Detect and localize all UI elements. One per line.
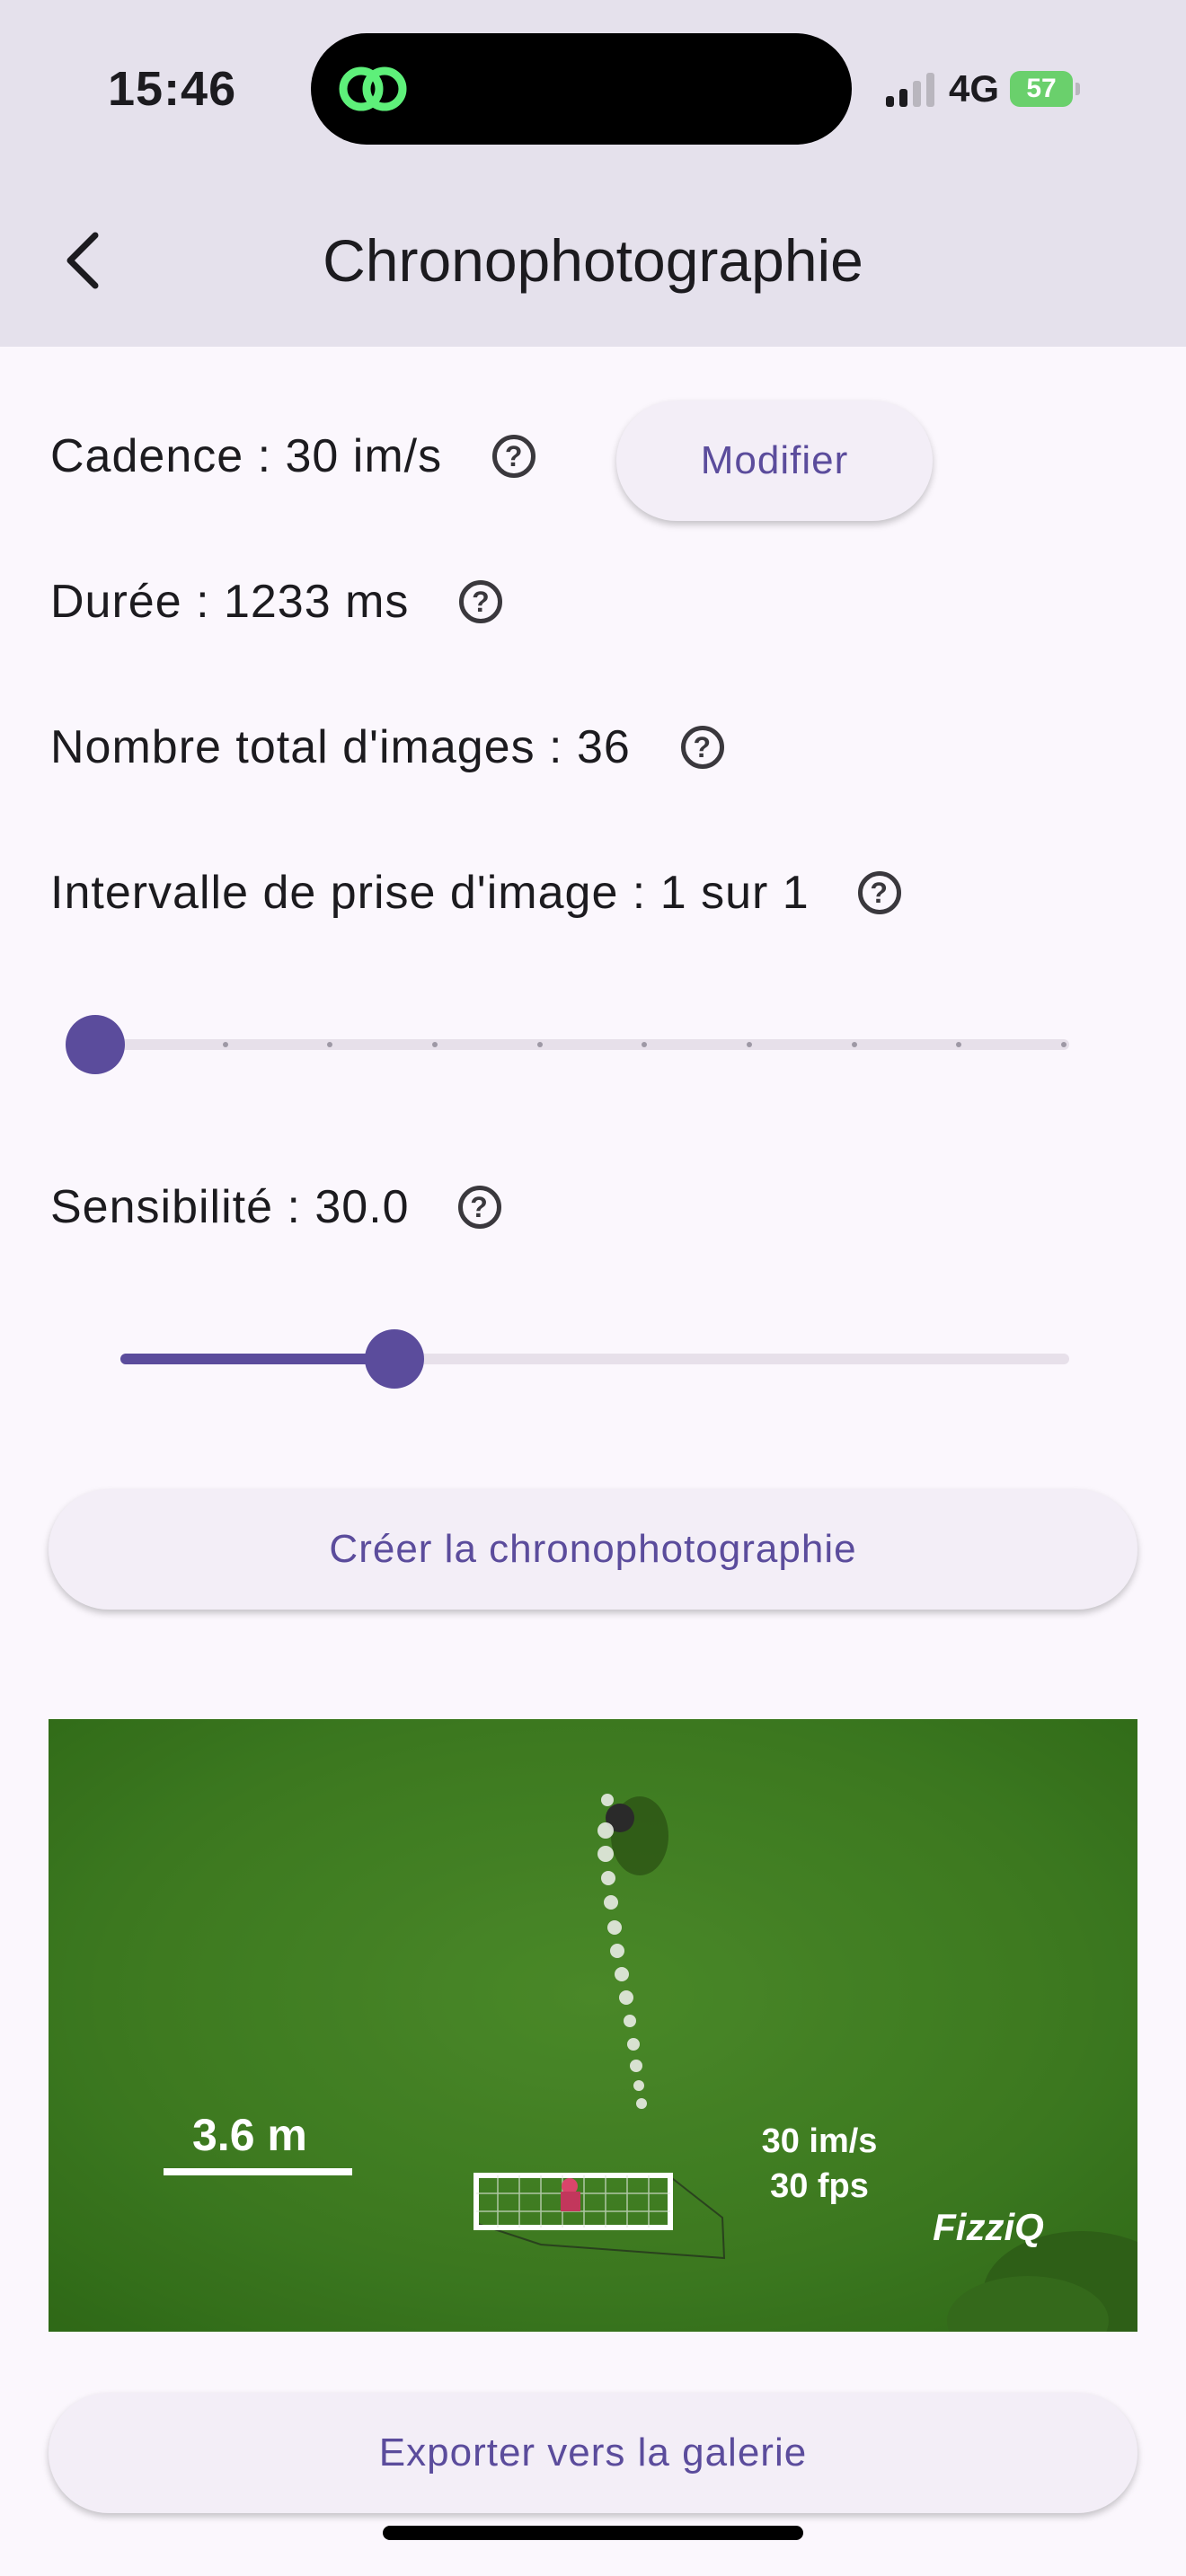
sensibilite-slider-thumb[interactable] [364, 1329, 424, 1389]
sensibilite-slider-fill [120, 1354, 394, 1364]
duree-label: Durée : 1233 ms [50, 576, 410, 628]
sensibilite-slider[interactable] [90, 1320, 1069, 1392]
help-icon[interactable]: ? [459, 580, 503, 623]
interval-row: Intervalle de prise d'image : 1 sur 1 ? [50, 866, 901, 920]
interval-slider-tick [536, 1042, 543, 1047]
interval-label: Intervalle de prise d'image : 1 sur 1 [50, 867, 810, 919]
create-chronophotography-button[interactable]: Créer la chronophotographie [49, 1489, 1137, 1610]
battery-level: 57 [1026, 74, 1057, 103]
duree-row: Durée : 1233 ms ? [50, 575, 503, 629]
cadence-row: Cadence : 30 im/s ? [50, 429, 536, 483]
interval-slider-thumb[interactable] [66, 1015, 125, 1074]
export-to-gallery-button[interactable]: Exporter vers la galerie [49, 2393, 1137, 2513]
total-images-label: Nombre total d'images : 36 [50, 721, 631, 773]
app-header: 15:46 4G 57 Chronophotographie [0, 0, 1186, 347]
battery-icon: 57 [1010, 71, 1081, 107]
field-photo: 3.6 m 30 im/s 30 fps FizziQ [49, 1719, 1137, 2332]
scale-label: 3.6 m [192, 2110, 307, 2160]
signal-icon [886, 71, 934, 107]
help-icon[interactable]: ? [457, 1186, 501, 1229]
interval-slider-tick [1061, 1042, 1067, 1047]
brand-watermark: FizziQ [933, 2206, 1044, 2249]
status-indicators: 4G 57 [886, 66, 1081, 111]
interval-slider-track [120, 1039, 1069, 1050]
help-icon[interactable]: ? [680, 726, 724, 769]
network-type: 4G [949, 67, 1000, 110]
interval-slider-tick [747, 1042, 752, 1047]
home-indicator[interactable] [383, 2526, 803, 2540]
page-title: Chronophotographie [323, 227, 863, 294]
cadence-label: Cadence : 30 im/s [50, 430, 443, 482]
rate-line1: 30 im/s [762, 2122, 878, 2160]
interval-slider-tick [851, 1042, 857, 1047]
interval-slider-tick [432, 1042, 438, 1047]
sensibilite-label: Sensibilité : 30.0 [50, 1181, 410, 1233]
chronophotography-image: 3.6 m 30 im/s 30 fps FizziQ [49, 1719, 1137, 2332]
total-images-row: Nombre total d'images : 36 ? [50, 720, 724, 774]
sensibilite-row: Sensibilité : 30.0 ? [50, 1180, 501, 1234]
modify-button[interactable]: Modifier [616, 401, 933, 521]
rate-line2: 30 fps [770, 2167, 869, 2205]
help-icon[interactable]: ? [492, 435, 536, 478]
status-time: 15:46 [108, 62, 237, 116]
interval-slider[interactable] [66, 1006, 1069, 1078]
app-link-icon [339, 66, 407, 111]
help-icon[interactable]: ? [857, 871, 901, 914]
interval-slider-tick [222, 1042, 228, 1047]
dynamic-island [311, 33, 852, 145]
